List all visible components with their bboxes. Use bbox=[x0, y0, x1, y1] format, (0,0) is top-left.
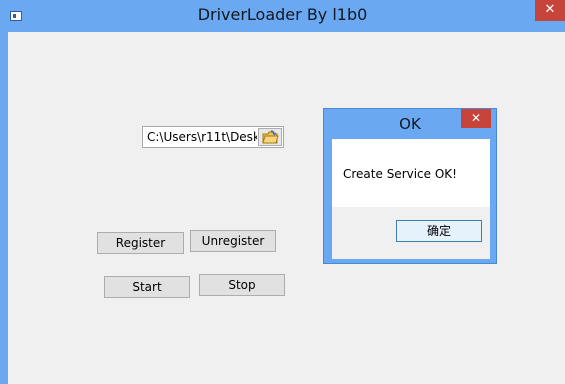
dialog-footer: 确定 bbox=[332, 207, 490, 259]
dialog-ok-button[interactable]: 确定 bbox=[396, 220, 482, 242]
dialog-body: Create Service OK! bbox=[332, 139, 490, 207]
dialog-message: Create Service OK! bbox=[343, 167, 457, 181]
window-title: DriverLoader By l1b0 bbox=[197, 5, 368, 24]
start-button[interactable]: Start bbox=[104, 276, 190, 298]
window-close-button[interactable]: ✕ bbox=[535, 0, 565, 21]
folder-open-icon bbox=[262, 130, 279, 144]
driver-path-field[interactable]: C:\Users\r11t\Desktop bbox=[142, 126, 284, 148]
driver-path-text[interactable]: C:\Users\r11t\Desktop bbox=[147, 130, 257, 144]
stop-button[interactable]: Stop bbox=[199, 274, 285, 296]
register-button[interactable]: Register bbox=[97, 232, 184, 254]
title-bar: DriverLoader By l1b0 ✕ bbox=[0, 0, 565, 32]
message-dialog: OK ✕ Create Service OK! 确定 bbox=[323, 108, 497, 264]
unregister-button[interactable]: Unregister bbox=[190, 230, 276, 252]
browse-button[interactable] bbox=[258, 128, 282, 146]
dialog-close-button[interactable]: ✕ bbox=[461, 109, 491, 128]
